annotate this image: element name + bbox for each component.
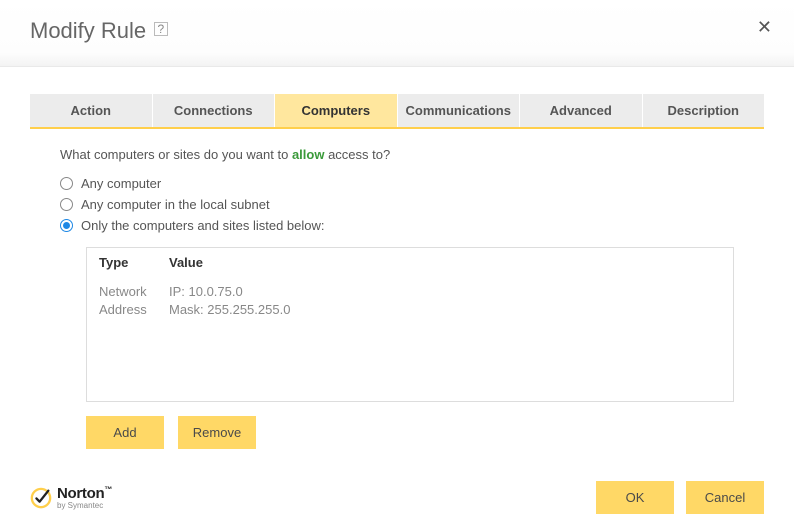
help-icon[interactable]: ? bbox=[154, 22, 168, 36]
tab-advanced[interactable]: Advanced bbox=[520, 94, 643, 127]
dialog-title: Modify Rule bbox=[30, 18, 146, 44]
radio-icon bbox=[60, 219, 73, 232]
brand-logo: Norton™ by Symantec bbox=[30, 486, 112, 510]
cell-type-line2: Address bbox=[99, 301, 169, 319]
brand-text: Norton™ by Symantec bbox=[57, 486, 112, 510]
list-buttons: Add Remove bbox=[86, 416, 734, 449]
cell-type-line1: Network bbox=[99, 283, 169, 301]
prompt-allow: allow bbox=[292, 147, 325, 162]
cell-type: Network Address bbox=[99, 283, 169, 318]
cell-value-line2: Mask: 255.255.255.0 bbox=[169, 301, 721, 319]
list-header: Type Value bbox=[87, 248, 733, 277]
add-button[interactable]: Add bbox=[86, 416, 164, 449]
radio-local-subnet[interactable]: Any computer in the local subnet bbox=[60, 197, 734, 212]
close-icon[interactable]: ✕ bbox=[753, 14, 776, 40]
tab-communications[interactable]: Communications bbox=[398, 94, 521, 127]
radio-label: Any computer in the local subnet bbox=[81, 197, 270, 212]
list-item[interactable]: Network Address IP: 10.0.75.0 Mask: 255.… bbox=[99, 283, 721, 318]
prompt-text: What computers or sites do you want to a… bbox=[60, 147, 734, 162]
radio-label: Only the computers and sites listed belo… bbox=[81, 218, 325, 233]
radio-label: Any computer bbox=[81, 176, 161, 191]
tab-action[interactable]: Action bbox=[30, 94, 153, 127]
cell-value-line1: IP: 10.0.75.0 bbox=[169, 283, 721, 301]
dialog-footer: Norton™ by Symantec OK Cancel bbox=[0, 469, 794, 530]
dialog-header: Modify Rule ? ✕ bbox=[0, 0, 794, 67]
prompt-post: access to? bbox=[324, 147, 390, 162]
col-header-type: Type bbox=[99, 255, 169, 270]
list-body: Network Address IP: 10.0.75.0 Mask: 255.… bbox=[87, 277, 733, 324]
footer-buttons: OK Cancel bbox=[596, 481, 764, 514]
tab-content: What computers or sites do you want to a… bbox=[0, 129, 794, 449]
computers-list[interactable]: Type Value Network Address IP: 10.0.75.0… bbox=[86, 247, 734, 402]
radio-any-computer[interactable]: Any computer bbox=[60, 176, 734, 191]
tab-description[interactable]: Description bbox=[643, 94, 765, 127]
tab-computers[interactable]: Computers bbox=[275, 94, 398, 127]
radio-icon bbox=[60, 198, 73, 211]
norton-check-icon bbox=[30, 487, 52, 509]
remove-button[interactable]: Remove bbox=[178, 416, 256, 449]
brand-byline: by Symantec bbox=[57, 502, 112, 510]
prompt-pre: What computers or sites do you want to bbox=[60, 147, 292, 162]
tab-connections[interactable]: Connections bbox=[153, 94, 276, 127]
tabs: Action Connections Computers Communicati… bbox=[30, 94, 764, 129]
brand-name: Norton™ bbox=[57, 486, 112, 501]
radio-listed-only[interactable]: Only the computers and sites listed belo… bbox=[60, 218, 734, 233]
cell-value: IP: 10.0.75.0 Mask: 255.255.255.0 bbox=[169, 283, 721, 318]
cancel-button[interactable]: Cancel bbox=[686, 481, 764, 514]
col-header-value: Value bbox=[169, 255, 721, 270]
ok-button[interactable]: OK bbox=[596, 481, 674, 514]
radio-icon bbox=[60, 177, 73, 190]
